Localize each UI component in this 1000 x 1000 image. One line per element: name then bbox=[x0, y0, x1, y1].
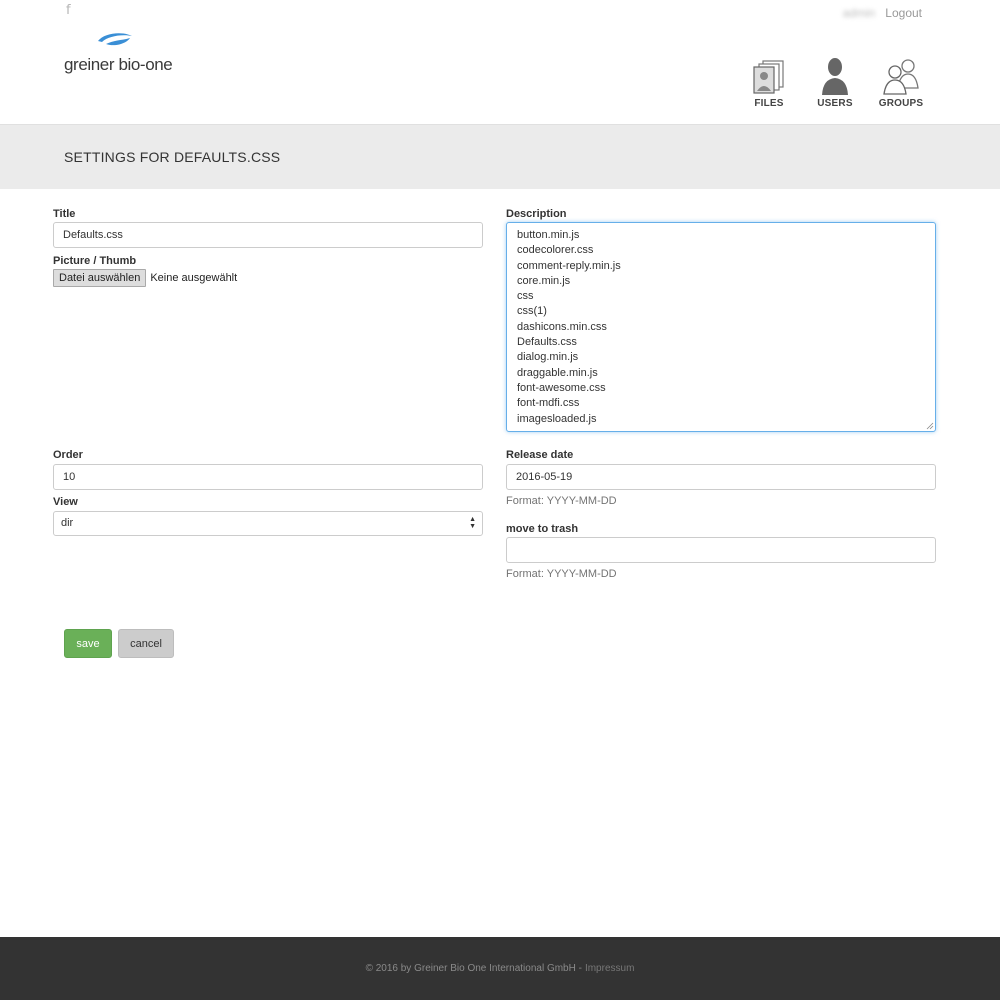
username: admin bbox=[842, 6, 876, 20]
logout-link[interactable]: Logout bbox=[885, 6, 922, 20]
picture-file-input: Datei auswählen Keine ausgewählt bbox=[53, 269, 237, 287]
release-date-label: Release date bbox=[506, 449, 574, 461]
description-line: imagesloaded.js bbox=[517, 412, 597, 425]
description-line: button.min.js bbox=[517, 229, 580, 241]
resize-handle-icon[interactable] bbox=[926, 422, 934, 430]
nav-users-label: USERS bbox=[817, 98, 853, 109]
logo[interactable]: greiner bio-one bbox=[64, 32, 174, 77]
footer-copyright: © 2016 by Greiner Bio One International … bbox=[365, 963, 582, 974]
trash-label: move to trash bbox=[506, 523, 579, 535]
user-menu: admin Logout bbox=[843, 6, 922, 20]
user-icon bbox=[822, 58, 848, 95]
files-icon bbox=[753, 60, 784, 94]
choose-file-button[interactable]: Datei auswählen bbox=[53, 269, 147, 287]
order-label: Order bbox=[53, 449, 83, 461]
page-title: SETTINGS FOR DEFAULTS.CSS bbox=[64, 149, 281, 165]
nav-files[interactable]: FILES bbox=[746, 55, 792, 109]
logo-swoosh-icon bbox=[98, 33, 132, 46]
nav-files-label: FILES bbox=[754, 98, 784, 109]
description-line: font-mdfi.css bbox=[517, 397, 580, 410]
facebook-icon[interactable]: f bbox=[66, 3, 71, 18]
description-line: css bbox=[517, 290, 534, 303]
cancel-button[interactable]: cancel bbox=[118, 629, 174, 658]
footer: © 2016 by Greiner Bio One International … bbox=[0, 937, 1000, 1000]
select-arrows-icon: ▲ ▼ bbox=[469, 516, 476, 530]
description-label: Description bbox=[506, 208, 567, 220]
description-line: css(1) bbox=[517, 305, 547, 318]
description-line: draggable.min.js bbox=[517, 366, 598, 379]
description-content: button.min.js codecolorer.css comment-repl… bbox=[517, 228, 925, 427]
logo-text: greiner bio-one bbox=[64, 55, 173, 74]
impressum-link[interactable]: Impressum bbox=[585, 963, 634, 974]
file-status: Keine ausgewählt bbox=[150, 272, 238, 284]
groups-icon bbox=[883, 59, 919, 95]
title-input[interactable]: Defaults.css bbox=[53, 222, 483, 248]
view-label: View bbox=[53, 496, 78, 508]
nav-groups[interactable]: GROUPS bbox=[878, 55, 924, 109]
description-line: core.min.js bbox=[517, 274, 571, 287]
save-button[interactable]: save bbox=[64, 629, 112, 658]
trash-date-input[interactable] bbox=[506, 537, 936, 563]
view-select[interactable]: dir ▲ ▼ bbox=[53, 511, 483, 536]
order-input[interactable]: 10 bbox=[53, 464, 483, 490]
view-select-value: dir bbox=[61, 517, 74, 529]
title-bar: SETTINGS FOR DEFAULTS.CSS bbox=[0, 124, 1000, 189]
title-label: Title bbox=[53, 208, 76, 220]
description-line: Defaults.css bbox=[517, 336, 577, 349]
description-line: dialog.min.js bbox=[517, 351, 579, 364]
nav-users[interactable]: USERS bbox=[812, 55, 858, 109]
description-textarea[interactable]: button.min.js codecolorer.css comment-repl… bbox=[506, 222, 936, 432]
nav-groups-label: GROUPS bbox=[878, 98, 924, 109]
release-date-help: Format: YYYY-MM-DD bbox=[506, 495, 617, 507]
picture-label: Picture / Thumb bbox=[53, 255, 137, 267]
description-line: font-awesome.css bbox=[517, 381, 606, 394]
description-line: comment-reply.min.js bbox=[517, 259, 621, 272]
trash-date-help: Format: YYYY-MM-DD bbox=[506, 568, 617, 580]
description-line: dashicons.min.css bbox=[517, 320, 607, 333]
description-line: codecolorer.css bbox=[517, 244, 594, 257]
release-date-input[interactable]: 2016-05-19 bbox=[506, 464, 936, 490]
main-nav: FILES USERS GROUPS bbox=[746, 55, 924, 109]
